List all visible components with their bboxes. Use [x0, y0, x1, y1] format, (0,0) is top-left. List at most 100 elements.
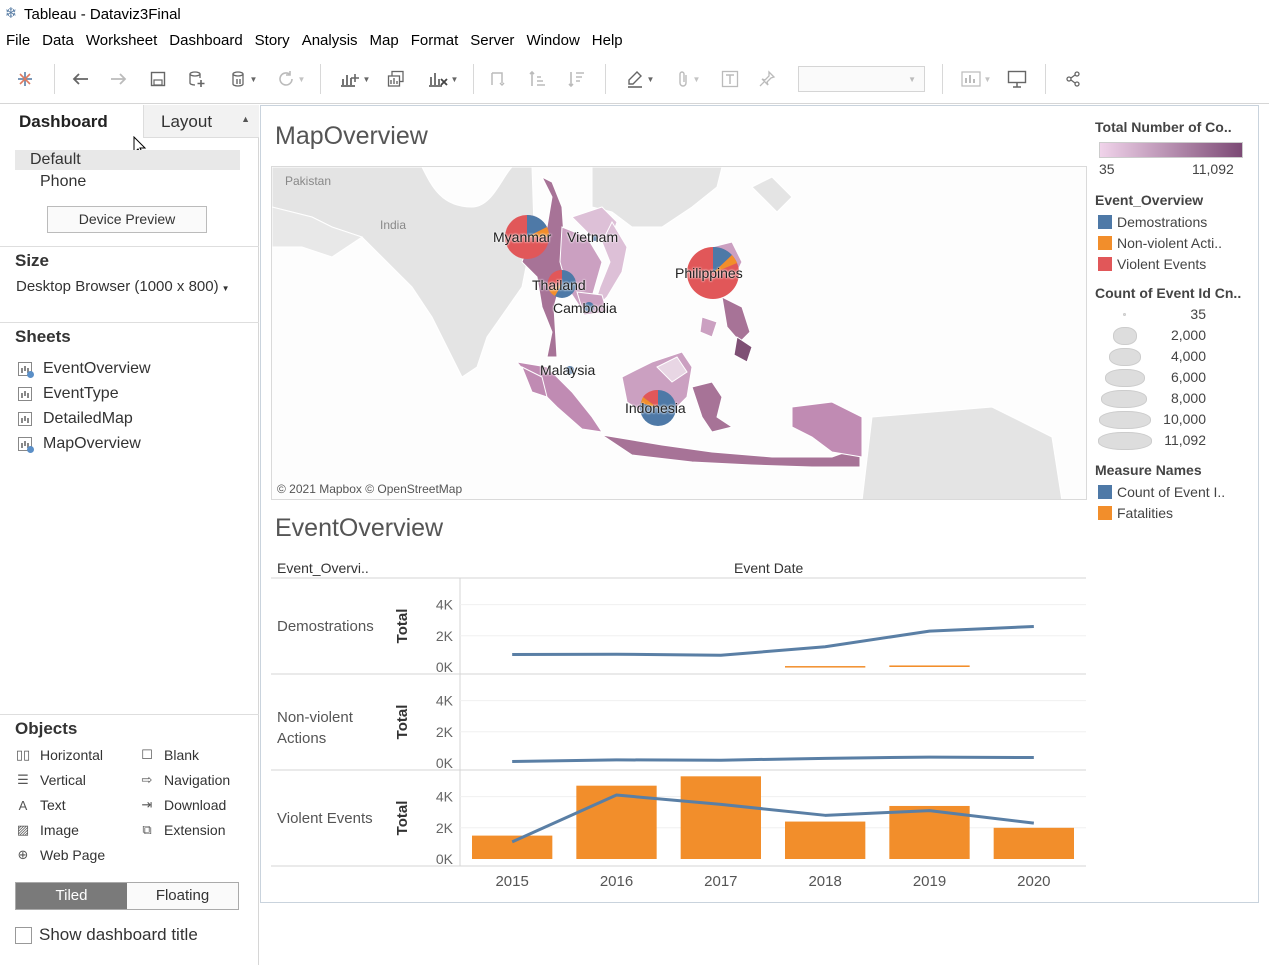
worksheet-icon: [18, 362, 34, 378]
duplicate-sheet-icon[interactable]: [385, 66, 407, 92]
legend-swatch: [1098, 236, 1112, 250]
undo-icon[interactable]: [69, 66, 91, 92]
color-legend-title[interactable]: Total Number of Co..: [1095, 119, 1232, 135]
object-blank[interactable]: ☐ Blank: [139, 745, 199, 765]
menu-data[interactable]: Data: [36, 28, 80, 54]
menu-analysis[interactable]: Analysis: [296, 28, 364, 54]
pause-updates-icon[interactable]: ▼: [225, 66, 263, 92]
tableau-home-icon[interactable]: [14, 66, 36, 92]
sheet-item-eventtype[interactable]: EventType: [18, 383, 119, 405]
swap-rows-columns-icon[interactable]: [487, 66, 509, 92]
map-label-pakistan: Pakistan: [285, 174, 332, 188]
size-legend-label: 4,000: [1170, 348, 1206, 364]
map-view[interactable]: Pakistan India Myanmar Vietnam Thailand …: [271, 166, 1087, 500]
menu-map[interactable]: Map: [364, 28, 405, 54]
sheet-item-detailedmap[interactable]: DetailedMap: [18, 408, 133, 430]
sort-ascending-icon[interactable]: [527, 66, 549, 92]
size-legend-item: 4,000: [1096, 347, 1208, 367]
size-legend-label: 11,092: [1164, 432, 1206, 448]
menu-worksheet[interactable]: Worksheet: [80, 28, 163, 54]
new-worksheet-icon[interactable]: ▼: [335, 66, 375, 92]
device-default[interactable]: Default: [15, 150, 240, 170]
column-field-header[interactable]: Event Date: [734, 560, 803, 576]
object-navigation[interactable]: ⇨ Navigation: [139, 770, 231, 790]
legend-item-fatalities[interactable]: Fatalities: [1098, 504, 1173, 522]
map-label-india: India: [380, 218, 407, 232]
legend-swatch: [1098, 506, 1112, 520]
show-dashboard-title-checkbox[interactable]: Show dashboard title: [15, 925, 198, 945]
size-legend-label: 35: [1190, 306, 1206, 322]
menu-format[interactable]: Format: [405, 28, 465, 54]
object-image[interactable]: ▨ Image: [15, 820, 79, 840]
new-data-source-icon[interactable]: [186, 66, 208, 92]
download-icon: ⇥: [141, 797, 153, 812]
presentation-mode-icon[interactable]: [1006, 66, 1028, 92]
dashboard-pane: Dashboard Layout ▲ Default Phone Device …: [0, 105, 259, 965]
legend-item-count-event[interactable]: Count of Event I..: [1098, 483, 1225, 501]
image-icon: ▨: [16, 822, 30, 837]
map-label-cambodia: Cambodia: [553, 300, 617, 316]
map-label-indonesia: Indonesia: [625, 400, 686, 416]
legend-label: Non-violent Acti..: [1117, 235, 1223, 251]
size-section-title: Size: [15, 251, 50, 270]
map-label-philippines: Philippines: [675, 265, 743, 281]
legend-item-demostrations[interactable]: Demostrations: [1098, 213, 1207, 231]
size-legend-label: 6,000: [1170, 369, 1206, 385]
tab-layout-label: Layout: [161, 112, 213, 131]
group-members-icon[interactable]: ▼: [668, 66, 708, 92]
map-label-vietnam: Vietnam: [567, 229, 619, 245]
tiled-button[interactable]: Tiled: [16, 883, 127, 909]
sheet-item-mapoverview[interactable]: MapOverview: [18, 433, 141, 455]
refresh-icon[interactable]: ▼: [271, 66, 311, 92]
object-horizontal[interactable]: ▯▯ Horizontal: [15, 745, 103, 765]
share-icon[interactable]: [1062, 66, 1084, 92]
object-download[interactable]: ⇥ Download: [139, 795, 227, 815]
color-legend-ramp: [1099, 142, 1243, 158]
menu-dashboard[interactable]: Dashboard: [163, 28, 248, 54]
legend-item-violent[interactable]: Violent Events: [1098, 255, 1206, 273]
legend-swatch: [1098, 485, 1112, 499]
overview-sheet-title: EventOverview: [275, 514, 444, 542]
sheet-item-eventoverview[interactable]: EventOverview: [18, 358, 151, 380]
row-field-header[interactable]: Event_Overvi..: [277, 560, 369, 576]
show-me-icon[interactable]: ▼: [956, 66, 996, 92]
window-title: Tableau - Dataviz3Final: [24, 5, 181, 23]
tableau-logo-icon: ❄: [4, 5, 18, 22]
floating-button[interactable]: Floating: [127, 883, 238, 909]
device-phone[interactable]: Phone: [40, 173, 86, 191]
menu-story[interactable]: Story: [249, 28, 296, 54]
highlight-icon[interactable]: ▼: [620, 66, 660, 92]
globe-icon: ⊕: [17, 847, 29, 862]
object-extension[interactable]: ⧉ Extension: [139, 820, 225, 840]
menu-window[interactable]: Window: [520, 28, 585, 54]
redo-icon[interactable]: [108, 66, 130, 92]
fix-axes-icon[interactable]: [756, 66, 778, 92]
size-dropdown[interactable]: Desktop Browser (1000 x 800) ▼: [16, 278, 230, 295]
menu-help[interactable]: Help: [586, 28, 629, 54]
tab-layout[interactable]: Layout ▲: [143, 105, 259, 138]
legend-item-nonviolent[interactable]: Non-violent Acti..: [1098, 234, 1222, 252]
menu-file[interactable]: File: [0, 28, 36, 54]
map-svg: [272, 167, 1086, 499]
save-icon[interactable]: [147, 66, 169, 92]
tab-dashboard[interactable]: Dashboard: [0, 105, 143, 138]
extension-icon: ⧉: [142, 822, 152, 837]
map-attribution[interactable]: © 2021 Mapbox © OpenStreetMap: [277, 482, 462, 496]
menu-server[interactable]: Server: [464, 28, 520, 54]
object-vertical[interactable]: ☰ Vertical: [15, 770, 86, 790]
device-preview-button[interactable]: Device Preview: [47, 206, 207, 233]
chevron-down-icon: ▲: [241, 114, 250, 124]
sort-descending-icon[interactable]: [566, 66, 588, 92]
clear-sheet-icon[interactable]: ▼: [423, 66, 463, 92]
measure-legend-title[interactable]: Measure Names: [1095, 462, 1202, 478]
show-mark-labels-icon[interactable]: [719, 66, 741, 92]
legend-swatch: [1098, 215, 1112, 229]
fit-dropdown[interactable]: ▼: [798, 66, 925, 92]
toolbar: ▼ ▼ ▼ ▼ ▼ ▼ ▼: [0, 54, 1269, 104]
event-legend-title[interactable]: Event_Overview: [1095, 192, 1203, 208]
size-legend-item: 2,000: [1096, 326, 1208, 346]
object-text[interactable]: A Text: [15, 795, 66, 815]
object-web-page[interactable]: ⊕ Web Page: [15, 845, 106, 865]
size-legend-title[interactable]: Count of Event Id Cn..: [1095, 285, 1241, 301]
size-legend-item: 11,092: [1096, 431, 1208, 451]
